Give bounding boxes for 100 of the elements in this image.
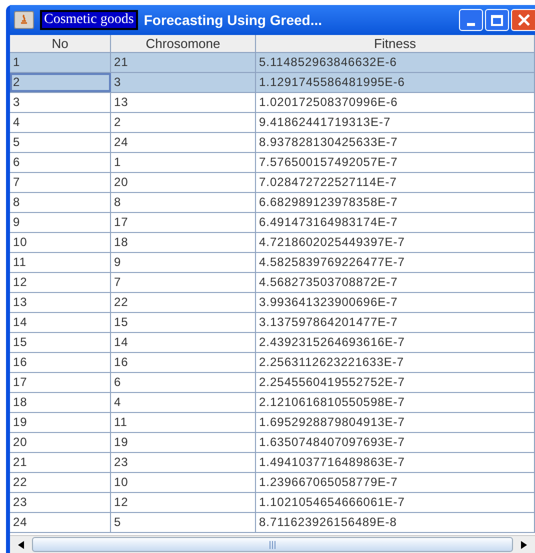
table-cell: 4 bbox=[111, 393, 256, 412]
table-cell: 12 bbox=[111, 493, 256, 512]
table-row[interactable]: 23 12 1.1021054654666061E-7 bbox=[10, 493, 535, 513]
app-icon bbox=[14, 11, 34, 29]
maximize-icon bbox=[491, 14, 503, 26]
table-cell: 9 bbox=[10, 213, 111, 232]
table-row[interactable]: 13 22 3.993641323900696E-7 bbox=[10, 293, 535, 313]
table-cell: 8 bbox=[10, 193, 111, 212]
table-cell: 6 bbox=[111, 373, 256, 392]
table-row[interactable]: 4 2 9.41862441719313E-7 bbox=[10, 113, 535, 133]
minimize-button[interactable] bbox=[459, 9, 483, 31]
table-cell: 7 bbox=[111, 273, 256, 292]
table-cell: 4.5825839769226477E-7 bbox=[256, 253, 535, 272]
table-cell: 17 bbox=[10, 373, 111, 392]
horizontal-scrollbar[interactable] bbox=[10, 535, 535, 553]
table-row[interactable]: 22 10 1.239667065058779E-7 bbox=[10, 473, 535, 493]
table-row[interactable]: 6 1 7.576500157492057E-7 bbox=[10, 153, 535, 173]
table-cell: 2.1210616810550598E-7 bbox=[256, 393, 535, 412]
table-cell: 20 bbox=[10, 433, 111, 452]
table-cell: 23 bbox=[111, 453, 256, 472]
table-cell: 3 bbox=[10, 93, 111, 112]
close-icon bbox=[516, 13, 530, 27]
table-cell: 22 bbox=[10, 473, 111, 492]
table-cell: 2.4392315264693616E-7 bbox=[256, 333, 535, 352]
table-cell: 20 bbox=[111, 173, 256, 192]
table-row[interactable]: 21 23 1.4941037716489863E-7 bbox=[10, 453, 535, 473]
table-cell: 24 bbox=[111, 133, 256, 152]
table-row[interactable]: 20 19 1.6350748407097693E-7 bbox=[10, 433, 535, 453]
table-cell: 19 bbox=[111, 433, 256, 452]
table-row[interactable]: 9 17 6.491473164983174E-7 bbox=[10, 213, 535, 233]
table-row[interactable]: 15 14 2.4392315264693616E-7 bbox=[10, 333, 535, 353]
table-cell: 11 bbox=[111, 413, 256, 432]
table-cell: 7.576500157492057E-7 bbox=[256, 153, 535, 172]
table-cell: 1.020172508370996E-6 bbox=[256, 93, 535, 112]
table-cell: 4.568273503708872E-7 bbox=[256, 273, 535, 292]
window-title: Forecasting Using Greed... bbox=[144, 10, 322, 30]
table-cell: 18 bbox=[10, 393, 111, 412]
table-row[interactable]: 14 15 3.137597864201477E-7 bbox=[10, 313, 535, 333]
table-cell: 5 bbox=[10, 133, 111, 152]
table-row[interactable]: 12 7 4.568273503708872E-7 bbox=[10, 273, 535, 293]
table-cell: 6.491473164983174E-7 bbox=[256, 213, 535, 232]
table-row[interactable]: 1 21 5.114852963846632E-6 bbox=[10, 53, 535, 73]
minimize-icon bbox=[467, 23, 475, 26]
table-row[interactable]: 7 20 7.028472722527114E-7 bbox=[10, 173, 535, 193]
table-cell: 19 bbox=[10, 413, 111, 432]
table-cell: 1 bbox=[10, 53, 111, 72]
table-cell: 17 bbox=[111, 213, 256, 232]
table-cell: 24 bbox=[10, 513, 111, 532]
table-cell: 16 bbox=[10, 353, 111, 372]
table-row[interactable]: 19 11 1.6952928879804913E-7 bbox=[10, 413, 535, 433]
table-row[interactable]: 8 8 6.682989123978358E-7 bbox=[10, 193, 535, 213]
column-header[interactable]: No bbox=[10, 35, 111, 52]
table-cell: 1.1021054654666061E-7 bbox=[256, 493, 535, 512]
table-row[interactable]: 2 3 1.1291745586481995E-6 bbox=[10, 73, 535, 93]
table-cell: 6 bbox=[10, 153, 111, 172]
table-cell: 11 bbox=[10, 253, 111, 272]
table-cell: 3 bbox=[111, 73, 256, 92]
table-cell: 2.2545560419552752E-7 bbox=[256, 373, 535, 392]
table-cell: 10 bbox=[111, 473, 256, 492]
column-header[interactable]: Fitness bbox=[256, 35, 535, 52]
left-arrow-icon bbox=[18, 540, 24, 548]
table-row[interactable]: 24 5 8.711623926156489E-8 bbox=[10, 513, 535, 533]
table-cell: 9 bbox=[111, 253, 256, 272]
table-cell: 10 bbox=[10, 233, 111, 252]
table-cell: 7.028472722527114E-7 bbox=[256, 173, 535, 192]
table-cell: 8.937828130425633E-7 bbox=[256, 133, 535, 152]
table-row[interactable]: 11 9 4.5825839769226477E-7 bbox=[10, 253, 535, 273]
grip-icon bbox=[269, 540, 276, 548]
table-row[interactable]: 10 18 4.7218602025449397E-7 bbox=[10, 233, 535, 253]
table-cell: 2 bbox=[10, 73, 111, 92]
table-cell: 1.1291745586481995E-6 bbox=[256, 73, 535, 92]
table-row[interactable]: 17 6 2.2545560419552752E-7 bbox=[10, 373, 535, 393]
maximize-button[interactable] bbox=[485, 9, 509, 31]
title-selected-text: Cosmetic goods bbox=[40, 10, 138, 30]
table-cell: 4.7218602025449397E-7 bbox=[256, 233, 535, 252]
table-cell: 7 bbox=[10, 173, 111, 192]
table-cell: 15 bbox=[111, 313, 256, 332]
table-cell: 13 bbox=[111, 93, 256, 112]
table-cell: 5.114852963846632E-6 bbox=[256, 53, 535, 72]
table-cell: 1.4941037716489863E-7 bbox=[256, 453, 535, 472]
table-cell: 5 bbox=[111, 513, 256, 532]
table-cell: 13 bbox=[10, 293, 111, 312]
table-cell: 1.6350748407097693E-7 bbox=[256, 433, 535, 452]
table-cell: 4 bbox=[10, 113, 111, 132]
table-cell: 18 bbox=[111, 233, 256, 252]
table-cell: 1 bbox=[111, 153, 256, 172]
column-header[interactable]: Chrosomone bbox=[111, 35, 256, 52]
table-row[interactable]: 3 13 1.020172508370996E-6 bbox=[10, 93, 535, 113]
table-cell: 8 bbox=[111, 193, 256, 212]
right-arrow-icon bbox=[521, 540, 527, 548]
table-cell: 14 bbox=[111, 333, 256, 352]
table-cell: 15 bbox=[10, 333, 111, 352]
table-cell: 14 bbox=[10, 313, 111, 332]
table-cell: 12 bbox=[10, 273, 111, 292]
table-row[interactable]: 16 16 2.2563112623221633E-7 bbox=[10, 353, 535, 373]
scroll-thumb[interactable] bbox=[32, 537, 513, 552]
table-row[interactable]: 5 24 8.937828130425633E-7 bbox=[10, 133, 535, 153]
table-cell: 1.239667065058779E-7 bbox=[256, 473, 535, 492]
table-row[interactable]: 18 4 2.1210616810550598E-7 bbox=[10, 393, 535, 413]
close-button[interactable] bbox=[511, 9, 535, 31]
